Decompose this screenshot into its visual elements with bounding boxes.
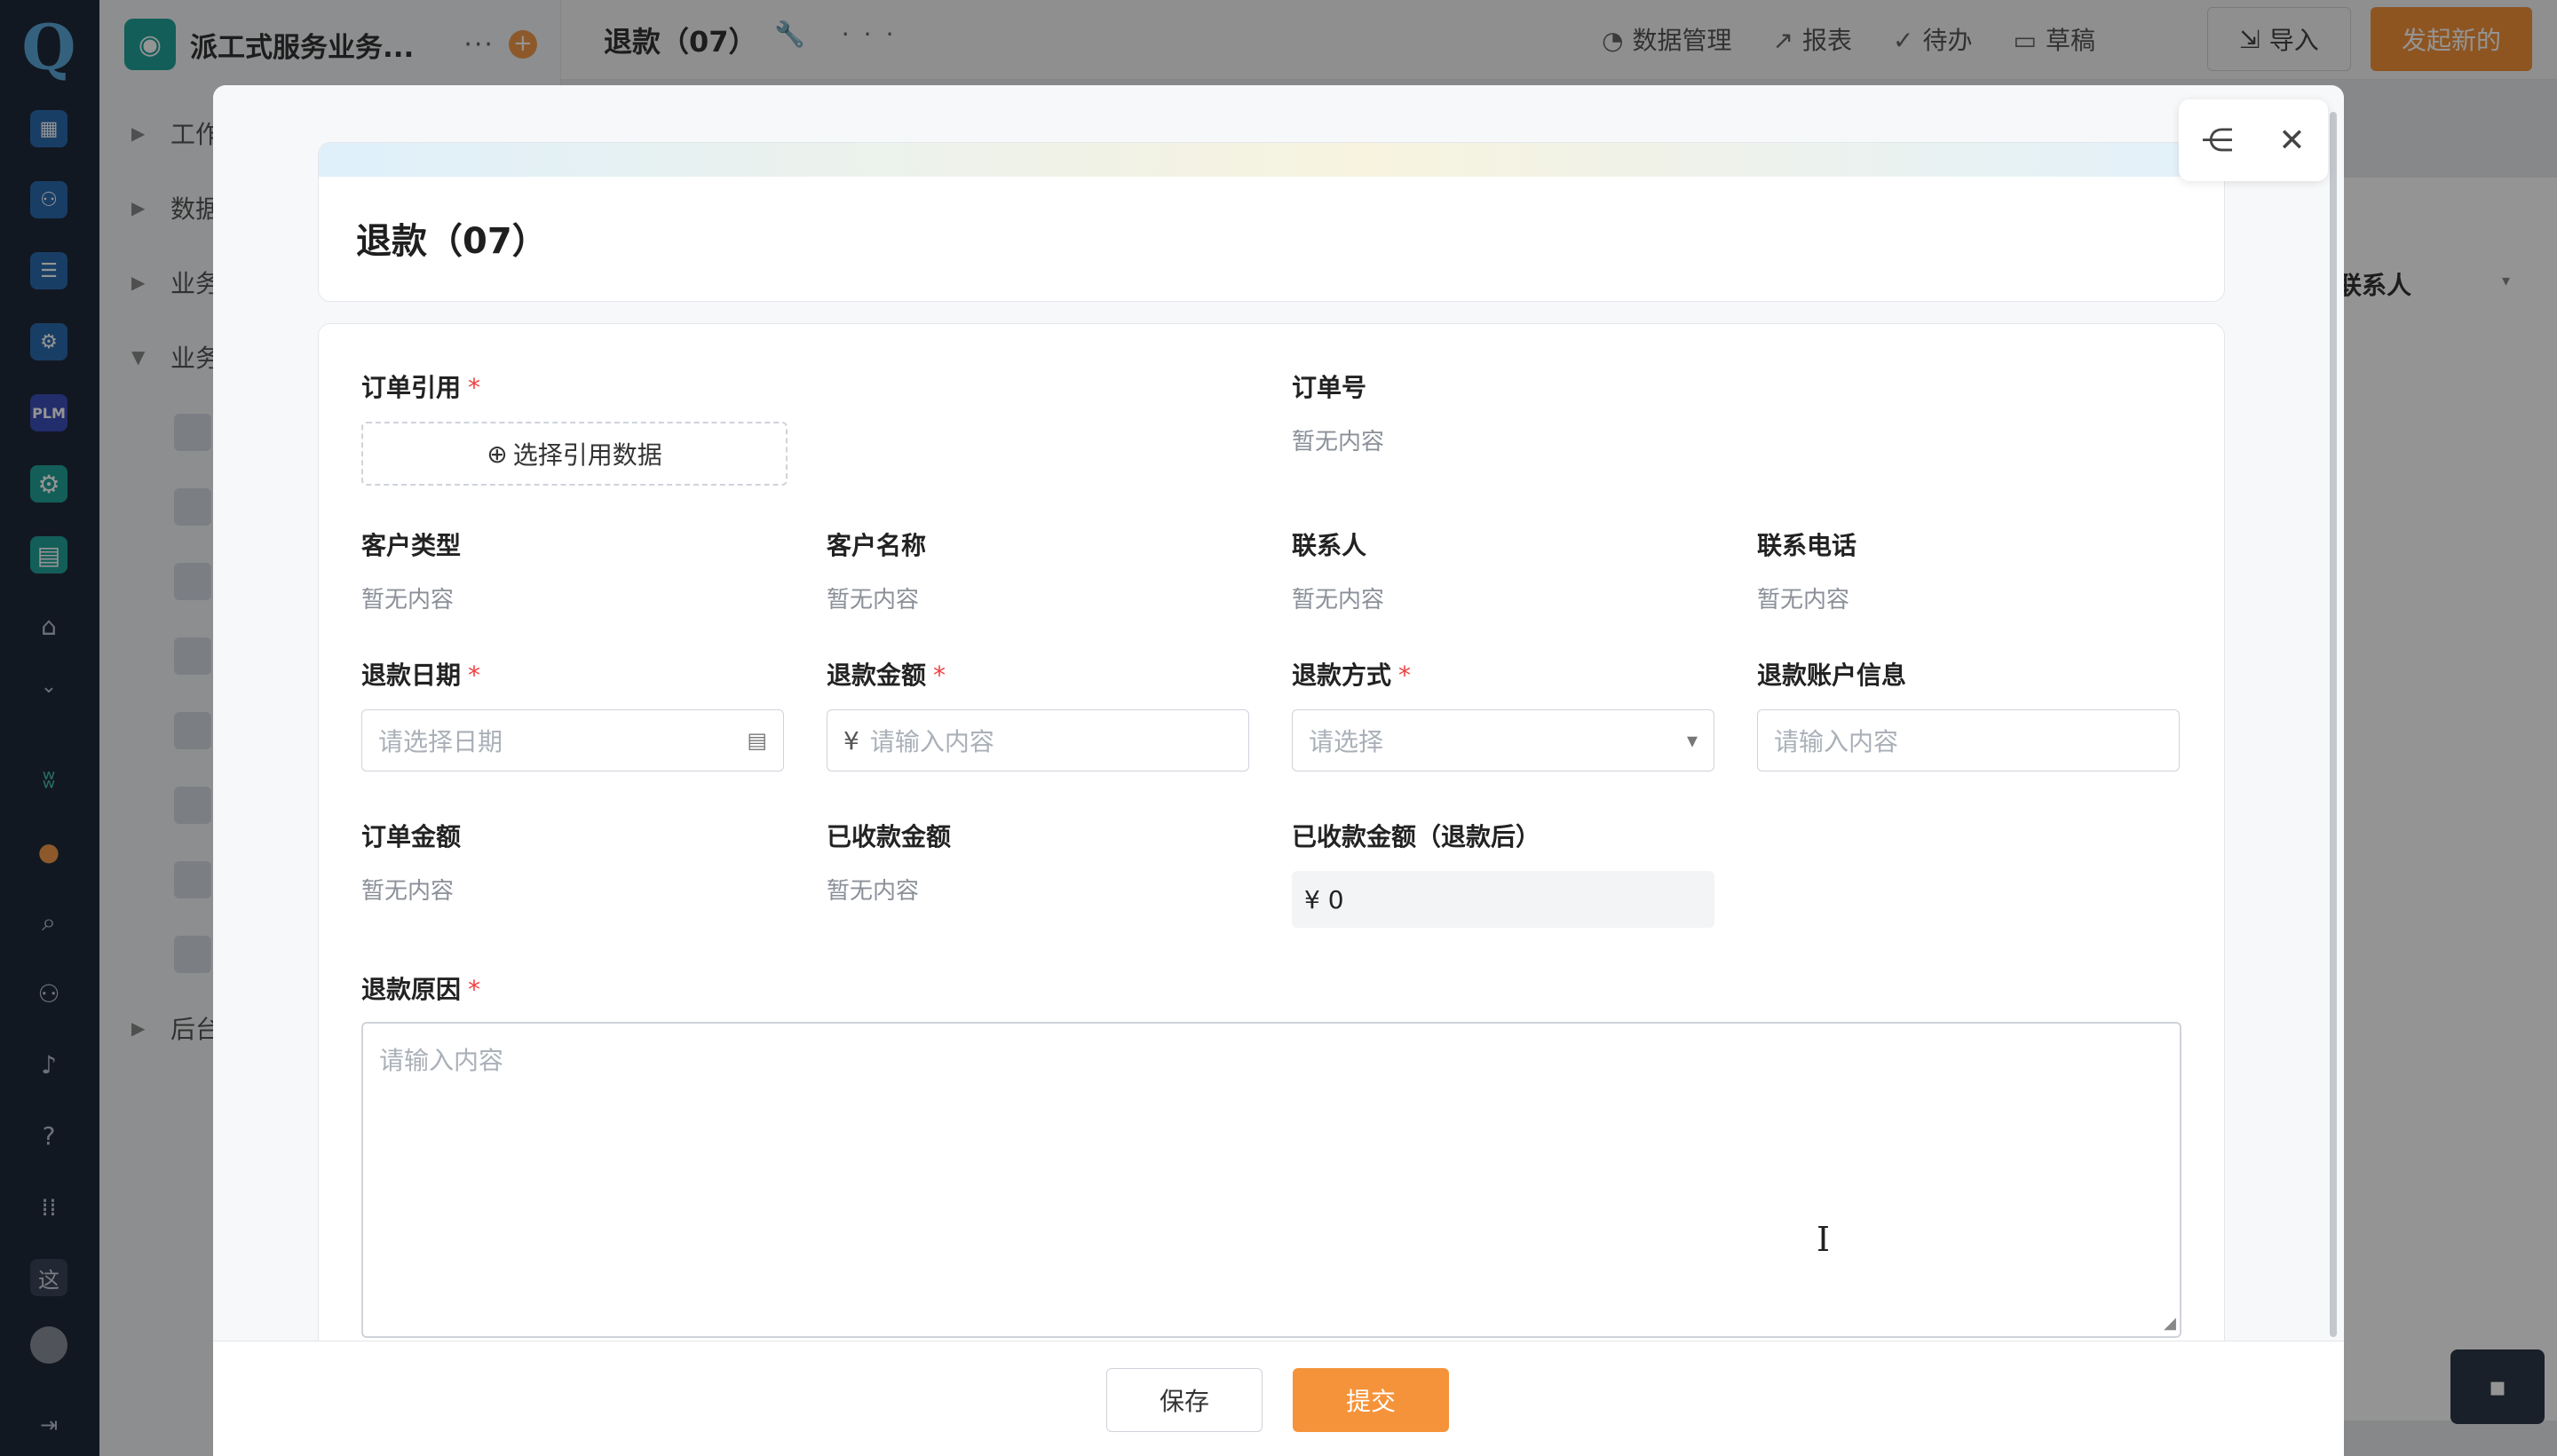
received-after-value: ¥ 0 <box>1292 871 1714 928</box>
field-label: 已收款金额 <box>827 822 952 851</box>
required-mark: * <box>468 373 481 402</box>
field-value: 暂无内容 <box>827 587 920 613</box>
field-received-after-refund: 已收款金额（退款后） ¥ 0 <box>1292 818 1714 928</box>
title-gradient <box>319 143 2224 177</box>
label-text: 退款方式 <box>1292 661 1392 690</box>
refund-account-input[interactable]: 请输入内容 <box>1757 709 2180 772</box>
label-text: 退款原因 <box>361 975 462 1004</box>
field-refund-reason: 退款原因 * 请输入内容 ◢ <box>361 970 2181 1338</box>
field-label: 客户名称 <box>827 531 927 560</box>
field-label: 客户类型 <box>361 531 462 560</box>
field-value: 暂无内容 <box>827 878 920 905</box>
field-customer-name: 客户名称 暂无内容 <box>827 526 926 614</box>
field-label: 联系人 <box>1292 531 1367 560</box>
field-order-no: 订单号 暂无内容 <box>1292 368 1384 456</box>
modal-toolbar: ⋲ ✕ <box>2179 99 2328 181</box>
label-text: 退款日期 <box>361 661 462 690</box>
modal-body: 退款（07） 订单引用 * ⊕ 选择引用数据 订单号 暂无内容 客户类型 暂无内容 <box>213 85 2344 1341</box>
calendar-icon: ▤ <box>747 728 767 753</box>
share-icon[interactable]: ⋲ <box>2201 123 2233 159</box>
field-label: 订单金额 <box>361 822 462 851</box>
modal-footer: 保存 提交 <box>213 1341 2344 1456</box>
field-order-ref: 订单引用 * ⊕ 选择引用数据 <box>361 368 788 486</box>
label-text: 退款金额 <box>827 661 927 690</box>
field-value: 暂无内容 <box>1757 587 1850 613</box>
field-label: 退款金额 * <box>827 656 1249 692</box>
label-text: 订单引用 <box>361 373 462 402</box>
field-order-amount: 订单金额 暂无内容 <box>361 818 461 906</box>
refund-form-modal: 退款（07） 订单引用 * ⊕ 选择引用数据 订单号 暂无内容 客户类型 暂无内容 <box>213 85 2344 1456</box>
field-label: 退款原因 * <box>361 970 2181 1006</box>
field-value: 暂无内容 <box>361 587 455 613</box>
account-placeholder: 请输入内容 <box>1774 727 1899 756</box>
field-refund-account: 退款账户信息 请输入内容 <box>1757 656 2180 772</box>
submit-button[interactable]: 提交 <box>1293 1368 1449 1432</box>
field-label: 退款方式 * <box>1292 656 1714 692</box>
field-label: 订单号 <box>1292 373 1367 402</box>
required-mark: * <box>468 661 481 690</box>
save-button[interactable]: 保存 <box>1106 1368 1263 1432</box>
select-placeholder: 请选择 <box>1309 727 1384 756</box>
reason-placeholder: 请输入内容 <box>379 1046 504 1075</box>
resize-grip-icon[interactable]: ◢ <box>2164 1314 2176 1333</box>
currency-prefix: ¥ <box>843 725 859 756</box>
close-icon[interactable]: ✕ <box>2278 123 2305 159</box>
refund-reason-textarea[interactable]: 请输入内容 ◢ <box>361 1022 2181 1338</box>
required-mark: * <box>933 661 946 690</box>
field-refund-method: 退款方式 * 请选择 ▾ <box>1292 656 1714 772</box>
field-received-amount: 已收款金额 暂无内容 <box>827 818 951 906</box>
text-cursor-icon: I <box>1817 1220 1831 1259</box>
form-title-card: 退款（07） <box>318 142 2225 302</box>
form-card: 订单引用 * ⊕ 选择引用数据 订单号 暂无内容 客户类型 暂无内容 客户名称 暂… <box>318 323 2225 1341</box>
field-customer-type: 客户类型 暂无内容 <box>361 526 461 614</box>
field-phone: 联系电话 暂无内容 <box>1757 526 1856 614</box>
refund-method-select[interactable]: 请选择 ▾ <box>1292 709 1714 772</box>
select-ref-data-button[interactable]: ⊕ 选择引用数据 <box>361 422 788 486</box>
field-refund-amount: 退款金额 * ¥ 请输入内容 <box>827 656 1249 772</box>
field-label: 联系电话 <box>1757 531 1857 560</box>
field-refund-date: 退款日期 * 请选择日期 ▤ <box>361 656 784 772</box>
field-value: 暂无内容 <box>1292 587 1385 613</box>
field-contact: 联系人 暂无内容 <box>1292 526 1384 614</box>
plus-circle-icon: ⊕ <box>487 439 508 469</box>
button-label: 选择引用数据 <box>512 440 662 470</box>
required-mark: * <box>1398 661 1412 690</box>
field-label: 订单引用 * <box>361 368 788 404</box>
refund-date-picker[interactable]: 请选择日期 ▤ <box>361 709 784 772</box>
date-placeholder: 请选择日期 <box>378 727 503 756</box>
field-label: 已收款金额（退款后） <box>1292 822 1541 851</box>
amount-placeholder: 请输入内容 <box>869 727 994 756</box>
required-mark: * <box>468 975 481 1004</box>
field-value: 暂无内容 <box>361 878 455 905</box>
field-value: 暂无内容 <box>1292 429 1385 455</box>
field-label: 退款账户信息 <box>1757 661 1907 690</box>
form-title: 退款（07） <box>356 221 548 262</box>
field-label: 退款日期 * <box>361 656 784 692</box>
chevron-down-icon: ▾ <box>1686 728 1698 753</box>
refund-amount-input[interactable]: ¥ 请输入内容 <box>827 709 1249 772</box>
modal-scrollbar[interactable] <box>2330 112 2337 1337</box>
